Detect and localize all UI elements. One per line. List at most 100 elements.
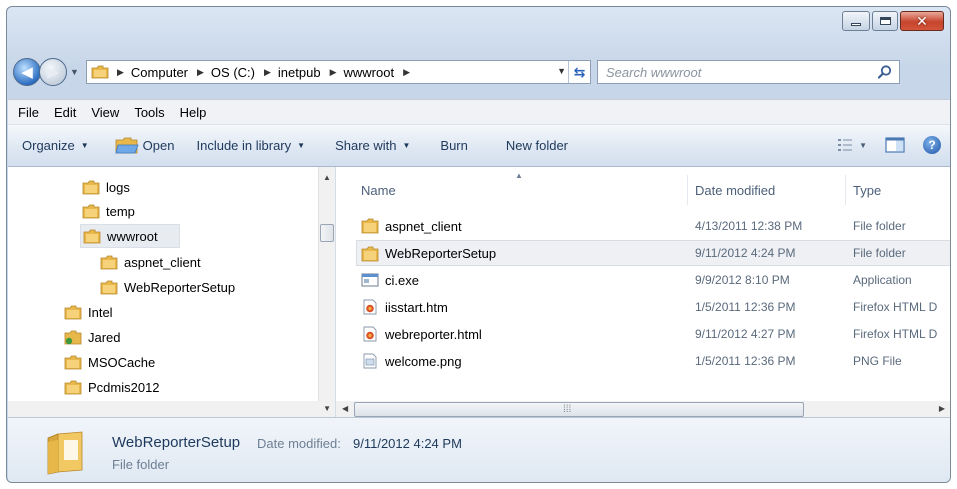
- minimize-button[interactable]: [842, 11, 870, 31]
- folder-icon: [82, 204, 100, 218]
- share-with-label: Share with: [335, 138, 397, 153]
- tree-item-intel[interactable]: Intel: [64, 300, 113, 324]
- column-divider[interactable]: [687, 175, 688, 205]
- tree-item-label: MSOCache: [88, 354, 156, 370]
- column-header-type[interactable]: Type: [853, 183, 881, 198]
- tree-item-wwwroot[interactable]: wwwroot: [80, 224, 180, 248]
- details-date-value: 9/11/2012 4:24 PM: [353, 436, 462, 451]
- forward-button[interactable]: ▶: [39, 58, 67, 86]
- file-row-iisstart-htm[interactable]: iisstart.htm 1/5/2011 12:36 PM Firefox H…: [357, 294, 950, 320]
- file-type: PNG File: [853, 354, 902, 368]
- breadcrumb-computer[interactable]: Computer ▶: [131, 65, 211, 80]
- back-button[interactable]: ◀: [13, 58, 41, 86]
- scrollbar-thumb[interactable]: ⁞⁞⁞: [354, 402, 804, 417]
- tree-item-msocache[interactable]: MSOCache: [64, 350, 155, 374]
- close-button[interactable]: ✕: [900, 11, 944, 31]
- include-in-library-button[interactable]: Include in library ▼: [196, 138, 305, 153]
- menu-tools[interactable]: Tools: [134, 105, 164, 120]
- breadcrumb-wwwroot[interactable]: wwwroot ▶: [343, 65, 417, 80]
- tree-item-jared[interactable]: Jared: [64, 325, 121, 349]
- breadcrumb-separator-icon[interactable]: ▶: [117, 67, 124, 78]
- tree-item-label: Intel: [88, 304, 113, 320]
- column-divider[interactable]: [845, 175, 846, 205]
- breadcrumb-separator-icon[interactable]: ▶: [197, 67, 204, 78]
- html-file-icon: [363, 299, 377, 315]
- file-name: WebReporterSetup: [385, 245, 497, 261]
- navigation-vertical-scrollbar[interactable]: ▲: [318, 167, 335, 417]
- file-name: ci.exe: [385, 272, 419, 288]
- chevron-down-icon: ▼: [402, 141, 411, 150]
- file-row-aspnet-client[interactable]: aspnet_client 4/13/2011 12:38 PM File fo…: [357, 213, 950, 239]
- folder-icon: [361, 246, 379, 262]
- file-row-welcome-png[interactable]: welcome.png 1/5/2011 12:36 PM PNG File: [357, 348, 950, 374]
- organize-label: Organize: [22, 138, 75, 153]
- scrollbar-thumb[interactable]: [320, 224, 334, 242]
- maximize-button[interactable]: [872, 11, 898, 31]
- preview-pane-icon[interactable]: [885, 137, 905, 153]
- scroll-up-icon[interactable]: ▲: [323, 173, 331, 182]
- tree-item-aspnet-client[interactable]: aspnet_client: [100, 250, 201, 274]
- search-icon[interactable]: [877, 64, 893, 80]
- folder-icon: [64, 355, 82, 369]
- chevron-down-icon: ▼: [297, 141, 306, 150]
- explorer-window: ✕ ◀ ▶ ▼ ▶ Computer ▶ OS (C:) ▶ inetpub ▶: [6, 6, 951, 483]
- file-list-horizontal-scrollbar[interactable]: ◀ ⁞⁞⁞ ▶: [336, 401, 950, 418]
- file-row-ci-exe[interactable]: ci.exe 9/9/2012 8:10 PM Application: [357, 267, 950, 293]
- navigation-scrollbar-bottom[interactable]: ▼: [8, 401, 336, 418]
- tree-item-logs[interactable]: logs: [82, 175, 130, 199]
- menu-file[interactable]: File: [18, 105, 39, 120]
- burn-label: Burn: [440, 138, 468, 153]
- views-icon: [838, 139, 853, 151]
- search-input[interactable]: [606, 64, 866, 80]
- change-view-button[interactable]: ▼: [837, 138, 867, 152]
- refresh-button[interactable]: ⇆: [568, 61, 590, 83]
- sort-ascending-icon: ▲: [515, 171, 523, 180]
- address-dropdown-icon[interactable]: ▼: [557, 66, 566, 76]
- tree-item-label: WebReporterSetup: [124, 279, 236, 295]
- file-row-webreporter-html[interactable]: webreporter.html 9/11/2012 4:27 PM Firef…: [357, 321, 950, 347]
- file-date: 1/5/2011 12:36 PM: [695, 354, 796, 368]
- forward-arrow-icon: ▶: [47, 63, 59, 81]
- address-bar[interactable]: ▶ Computer ▶ OS (C:) ▶ inetpub ▶ wwwroot…: [86, 60, 591, 84]
- scroll-left-icon[interactable]: ◀: [342, 404, 348, 413]
- breadcrumb-separator-icon[interactable]: ▶: [264, 67, 271, 78]
- grip-icon: ⁞⁞⁞: [563, 404, 572, 415]
- folder-icon: [47, 431, 83, 475]
- file-name: welcome.png: [385, 353, 462, 369]
- file-list-pane: ▲ Name Date modified Type aspnet_client …: [337, 167, 950, 417]
- help-icon[interactable]: ?: [923, 136, 941, 154]
- breadcrumb-label: Computer: [130, 64, 188, 80]
- tree-item-label: Pcdmis2012: [88, 379, 160, 395]
- scroll-down-icon[interactable]: ▼: [323, 404, 331, 413]
- tree-item-pcdmis2012[interactable]: Pcdmis2012: [64, 375, 160, 399]
- column-header-name[interactable]: Name: [361, 183, 396, 198]
- tree-item-webreportersetup[interactable]: WebReporterSetup: [100, 275, 235, 299]
- breadcrumb-separator-icon[interactable]: ▶: [403, 67, 410, 78]
- file-row-webreportersetup[interactable]: WebReporterSetup 9/11/2012 4:24 PM File …: [356, 240, 950, 266]
- menu-help[interactable]: Help: [180, 105, 207, 120]
- open-button[interactable]: Open: [115, 137, 174, 155]
- navigation-pane: logs temp wwwroot aspnet_client WebRepor…: [8, 167, 336, 417]
- refresh-icon: ⇆: [573, 63, 586, 80]
- details-item-type: File folder: [112, 457, 170, 472]
- menu-edit[interactable]: Edit: [54, 105, 76, 120]
- command-bar: Organize ▼ Open Include in library ▼ Sha…: [8, 125, 950, 167]
- column-header-date-modified[interactable]: Date modified: [695, 183, 775, 198]
- application-icon: [361, 273, 379, 287]
- share-with-button[interactable]: Share with ▼: [335, 138, 410, 153]
- chevron-down-icon[interactable]: ▼: [859, 141, 867, 150]
- scroll-right-icon[interactable]: ▶: [939, 404, 945, 413]
- breadcrumb-os-drive[interactable]: OS (C:) ▶: [211, 65, 278, 80]
- recent-pages-button[interactable]: ▼: [70, 67, 82, 77]
- organize-button[interactable]: Organize ▼: [22, 138, 89, 153]
- search-box[interactable]: [597, 60, 900, 84]
- new-folder-button[interactable]: New folder: [506, 138, 568, 153]
- html-file-icon: [363, 326, 377, 342]
- file-name: iisstart.htm: [385, 299, 448, 315]
- new-folder-label: New folder: [505, 138, 569, 153]
- breadcrumb-separator-icon[interactable]: ▶: [330, 67, 337, 78]
- breadcrumb-inetpub[interactable]: inetpub ▶: [278, 65, 344, 80]
- burn-button[interactable]: Burn: [440, 138, 467, 153]
- tree-item-temp[interactable]: temp: [82, 199, 135, 223]
- menu-view[interactable]: View: [91, 105, 119, 120]
